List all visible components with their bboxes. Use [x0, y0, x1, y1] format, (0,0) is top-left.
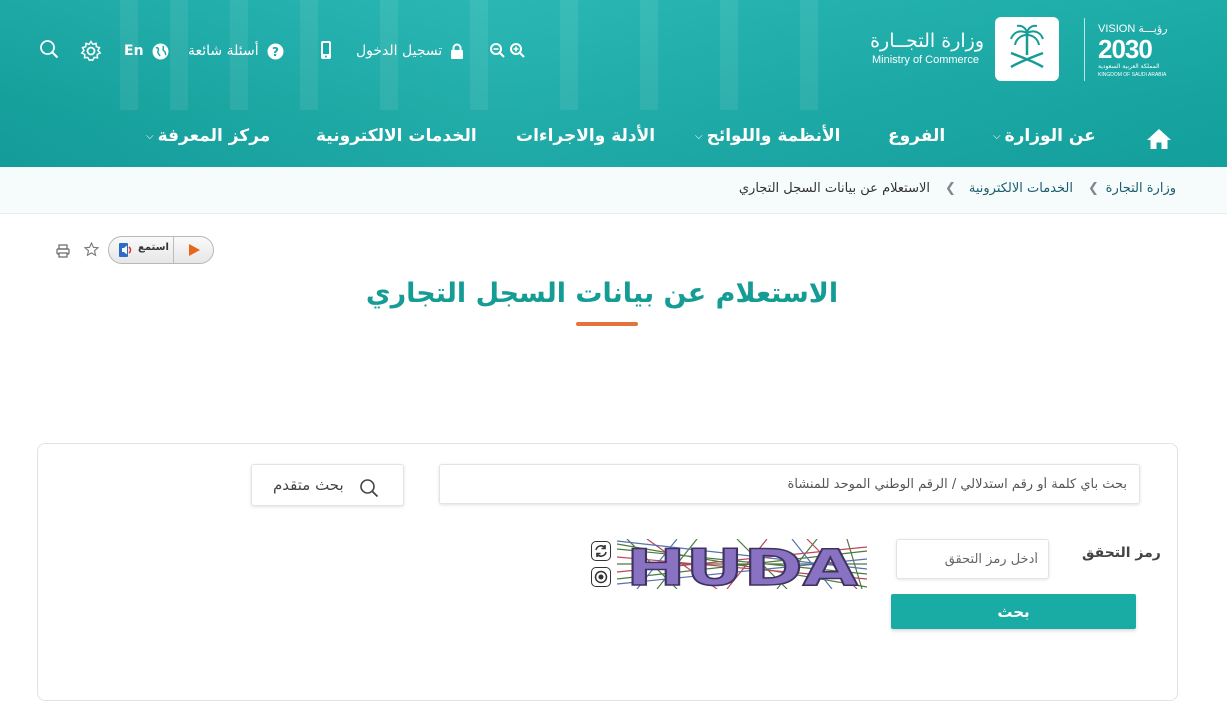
- chevron-down-icon: ⌵: [993, 130, 1001, 142]
- advanced-search-button[interactable]: بحث متقدم: [251, 464, 404, 506]
- chevron-left-icon: ❮: [945, 181, 956, 196]
- captcha-text: HUDA: [626, 539, 858, 589]
- chevron-down-icon: ⌵: [695, 130, 703, 142]
- login-label: تسجيل الدخول: [356, 43, 443, 59]
- breadcrumb-home[interactable]: وزارة التجارة: [1106, 181, 1176, 196]
- captcha-image: HUDA: [617, 539, 867, 589]
- gear-icon[interactable]: [80, 40, 102, 62]
- captcha-label: رمز التحقق: [1082, 545, 1161, 561]
- search-icon[interactable]: [39, 39, 59, 59]
- title-underline: [576, 322, 638, 326]
- vision-sub-en: KINGDOM OF SAUDI ARABIA: [1098, 72, 1167, 78]
- zoom-in-icon[interactable]: [509, 42, 525, 58]
- nav-item-regulations[interactable]: ⌵ الأنظمة واللوائح: [695, 126, 841, 146]
- refresh-icon: [595, 545, 607, 557]
- audio-icon: [594, 570, 608, 584]
- search-icon: [360, 479, 379, 498]
- faq-label: أسئلة شائعة: [188, 43, 259, 59]
- chevron-left-icon: ❮: [1088, 181, 1099, 196]
- faq-link[interactable]: ? أسئلة شائعة: [188, 41, 284, 61]
- ministry-name-en: Ministry of Commerce: [872, 54, 979, 66]
- vision-year: 2030: [1098, 34, 1153, 64]
- page-title: الاستعلام عن بيانات السجل التجاري: [365, 278, 839, 309]
- speaker-icon: [119, 243, 132, 257]
- nav-item-eservices[interactable]: الخدمات الالكترونية: [316, 126, 477, 146]
- language-label: En: [124, 43, 144, 59]
- refresh-captcha-button[interactable]: [591, 541, 611, 561]
- advanced-search-label: بحث متقدم: [273, 476, 344, 494]
- captcha-input[interactable]: [896, 539, 1049, 579]
- nav-item-guides[interactable]: الأدلة والاجراءات: [516, 126, 655, 146]
- listen-label: استمع: [138, 242, 169, 253]
- audio-captcha-button[interactable]: [591, 567, 611, 587]
- nav-item-about[interactable]: ⌵ عن الوزارة: [993, 126, 1096, 146]
- breadcrumb-current: الاستعلام عن بيانات السجل التجاري: [738, 181, 930, 196]
- globe-icon: [152, 43, 169, 59]
- lock-icon: [451, 43, 464, 59]
- listen-button[interactable]: استمع: [108, 236, 214, 264]
- saudi-emblem-logo[interactable]: [995, 17, 1059, 81]
- question-icon: ?: [267, 43, 284, 59]
- zoom-out-icon[interactable]: [489, 42, 505, 58]
- palm-swords-icon: [1010, 24, 1044, 69]
- login-link[interactable]: تسجيل الدخول: [356, 41, 464, 61]
- breadcrumb-eservices[interactable]: الخدمات الالكترونية: [969, 181, 1073, 196]
- vision-sub-ar: المملكة العربية السعودية: [1098, 63, 1160, 70]
- search-input[interactable]: [439, 464, 1140, 504]
- print-icon[interactable]: [56, 243, 70, 258]
- home-icon[interactable]: [1146, 127, 1172, 151]
- nav-item-knowledge-center[interactable]: ⌵ مركز المعرفة: [146, 126, 270, 146]
- mobile-icon[interactable]: [320, 40, 332, 60]
- svg-text:?: ?: [272, 45, 279, 59]
- ministry-name-ar: وزارة التجــارة: [870, 30, 984, 52]
- language-switch[interactable]: En: [124, 41, 169, 61]
- chevron-down-icon: ⌵: [146, 130, 154, 142]
- favorite-star-icon[interactable]: [83, 241, 100, 257]
- nav-item-branches[interactable]: الفروع: [888, 126, 945, 146]
- play-icon: [189, 244, 200, 256]
- vision-2030-logo[interactable]: VISION رؤيـــة 2030 المملكة العربية السع…: [1084, 18, 1184, 82]
- search-submit-button[interactable]: بحث: [891, 594, 1136, 629]
